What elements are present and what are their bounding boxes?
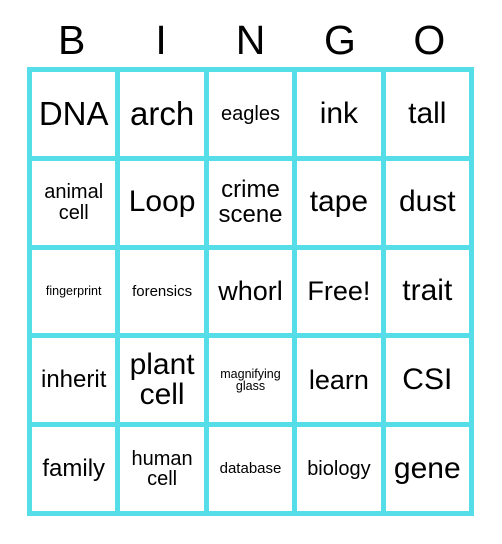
bingo-grid: DNA arch eagles ink tall animal cell Loo… [27,67,474,516]
bingo-cell[interactable]: fingerprint [32,249,116,334]
bingo-cell[interactable]: gene [385,427,469,511]
bingo-cell[interactable]: database [208,427,293,511]
bingo-cell-label: Loop [128,185,196,219]
bingo-cell-label: Free! [307,275,371,306]
bingo-cell-label: eagles [221,102,280,125]
bingo-cell[interactable]: trait [385,249,469,334]
bingo-cell-label: dust [398,185,456,219]
bingo-header-letter-i: I [155,17,167,63]
bingo-cell-label: plant cell [129,347,195,412]
bingo-cell-label: gene [393,451,461,485]
bingo-card: B I N G O DNA arch eagles ink tall anima… [0,0,502,544]
bingo-cell-label: learn [308,364,369,395]
bingo-cell[interactable]: forensics [120,249,204,334]
bingo-cell[interactable]: DNA [32,72,116,156]
bingo-cell[interactable]: Loop [120,160,204,245]
bingo-cell[interactable]: dust [385,160,469,245]
bingo-cell-label: magnifying glass [220,366,281,394]
bingo-cell-label: database [219,460,282,478]
bingo-cell-label: forensics [132,282,193,300]
bingo-cell[interactable]: biology [297,427,381,511]
bingo-cell-label: whorl [218,275,283,306]
bingo-cell[interactable]: plant cell [120,338,204,423]
bingo-cell[interactable]: magnifying glass [208,338,293,423]
bingo-cell-label: crime scene [218,176,283,228]
bingo-cell-label: DNA [38,95,109,133]
bingo-cell[interactable]: whorl [208,249,293,334]
bingo-cell-label: tape [309,185,369,219]
bingo-cell[interactable]: family [32,427,116,511]
bingo-header-letter-g: G [323,17,356,63]
bingo-cell-label: ink [319,96,359,130]
bingo-cell-label: arch [129,95,195,133]
bingo-header-letter-b: B [58,17,86,63]
bingo-cell[interactable]: tape [297,160,381,245]
bingo-cell-free-space[interactable]: Free! [297,249,381,334]
bingo-cell[interactable]: animal cell [32,160,116,245]
bingo-cell[interactable]: human cell [120,427,204,511]
bingo-cell-label: animal cell [44,181,104,224]
bingo-cell-label: human cell [131,447,193,491]
bingo-cell-label: trait [402,274,453,308]
bingo-header-letter-n: N [235,17,266,63]
bingo-cell[interactable]: tall [385,72,469,156]
bingo-cell[interactable]: ink [297,72,381,156]
bingo-cell[interactable]: crime scene [208,160,293,245]
bingo-cell[interactable]: inherit [32,338,116,423]
bingo-header-letter-o: O [413,17,446,63]
bingo-cell-label: tall [408,96,447,130]
bingo-cell[interactable]: CSI [385,338,469,423]
bingo-cell[interactable]: learn [297,338,381,423]
bingo-cell-label: inherit [41,366,107,394]
bingo-cell-label: biology [307,457,371,480]
bingo-cell-label: family [42,454,106,482]
bingo-cell[interactable]: eagles [208,72,293,156]
bingo-header-row: B I N G O [27,14,474,67]
bingo-cell-label: fingerprint [45,284,102,299]
bingo-cell[interactable]: arch [120,72,204,156]
bingo-cell-label: CSI [402,362,453,396]
